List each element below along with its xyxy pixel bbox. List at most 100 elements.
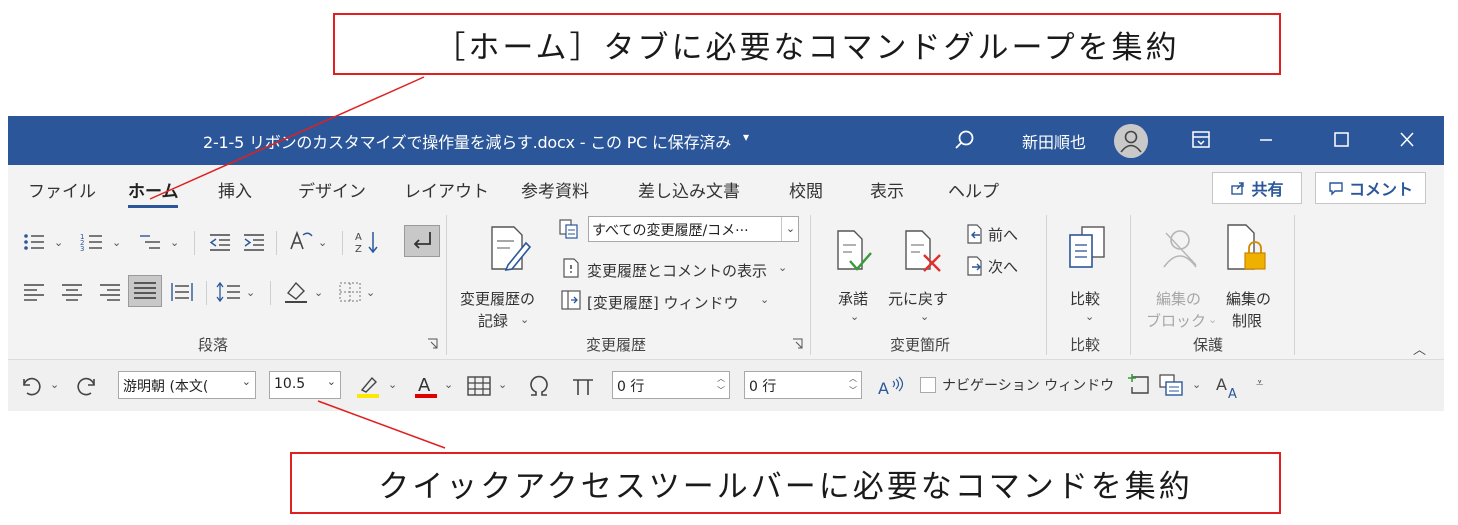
display-for-review-select[interactable]: すべての変更履歴/コメ··· ⌄ — [588, 216, 799, 242]
borders-icon[interactable] — [338, 281, 362, 303]
tab-insert[interactable]: 挿入 — [218, 177, 252, 202]
restrict-editing-icon[interactable] — [1222, 223, 1266, 273]
minimize-icon[interactable] — [1251, 128, 1281, 152]
document-title[interactable]: 2-1-5 リボンのカスタマイズで操作量を減らす.docx - この PC に保… — [203, 129, 731, 153]
reject-dropdown-icon[interactable]: ⌄ — [920, 310, 929, 323]
previous-label[interactable]: 前へ — [988, 224, 1018, 245]
equation-pi-icon[interactable] — [570, 374, 596, 398]
show-markup-dropdown-icon[interactable]: ⌄ — [778, 261, 787, 274]
tab-mailings[interactable]: 差し込み文書 — [638, 177, 740, 202]
tab-review[interactable]: 校閲 — [789, 177, 823, 202]
chevron-down-icon[interactable]: ⌄ — [327, 375, 336, 388]
navigation-pane-label[interactable]: ナビゲーション ウィンドウ — [942, 375, 1114, 395]
symbol-omega-icon[interactable] — [526, 374, 552, 398]
borders-dropdown-icon[interactable]: ⌄ — [366, 286, 375, 299]
title-caret-icon[interactable]: ▾ — [743, 130, 749, 144]
search-icon[interactable] — [952, 127, 978, 153]
user-avatar-icon[interactable] — [1114, 124, 1148, 158]
font-size-select[interactable]: 10.5 ⌄ — [269, 371, 341, 399]
tab-file[interactable]: ファイル — [28, 177, 96, 202]
align-right-icon[interactable] — [98, 281, 122, 303]
multilevel-dropdown-icon[interactable]: ⌄ — [170, 236, 179, 249]
user-name[interactable]: 新田順也 — [1022, 129, 1086, 153]
comments-button[interactable]: コメント — [1315, 172, 1426, 204]
undo-icon[interactable] — [18, 374, 42, 398]
restrict-editing-label-line1[interactable]: 編集の — [1226, 288, 1271, 309]
track-changes-icon[interactable] — [486, 223, 532, 273]
highlighter-dropdown-icon[interactable]: ⌄ — [388, 378, 397, 391]
accept-icon[interactable] — [834, 229, 874, 275]
undo-dropdown-icon[interactable]: ⌄ — [50, 378, 59, 391]
compare-icon[interactable] — [1066, 225, 1108, 273]
shading-dropdown-icon[interactable]: ⌄ — [314, 286, 323, 299]
reviewing-pane-icon[interactable] — [560, 289, 582, 311]
align-center-icon[interactable] — [60, 281, 84, 303]
spinner-icon[interactable]: ︿ ﹀ — [717, 373, 725, 397]
track-changes-label-line1[interactable]: 変更履歴の — [460, 288, 535, 309]
table-icon[interactable] — [466, 374, 492, 398]
spinner-icon[interactable]: ︿ ﹀ — [849, 373, 857, 397]
numbering-dropdown-icon[interactable]: ⌄ — [112, 236, 121, 249]
show-markup-icon[interactable] — [560, 257, 582, 279]
distributed-icon[interactable] — [170, 281, 194, 303]
font-name-select[interactable]: 游明朝 (本文( ⌄ — [118, 371, 256, 399]
maximize-icon[interactable] — [1326, 128, 1356, 152]
show-markup-label[interactable]: 変更履歴とコメントの表示 — [587, 260, 767, 281]
customize-qat-icon[interactable]: ⩡ — [1256, 376, 1263, 391]
paragraph-dialog-launcher-icon[interactable] — [427, 338, 438, 349]
redo-icon[interactable] — [76, 374, 100, 398]
align-left-icon[interactable] — [22, 281, 46, 303]
spacing-before-input[interactable]: 0 行 ︿ ﹀ — [612, 371, 730, 399]
table-dropdown-icon[interactable]: ⌄ — [498, 378, 507, 391]
reviewing-pane-label[interactable]: [変更履歴] ウィンドウ — [587, 292, 738, 313]
restrict-editing-label-line2[interactable]: 制限 — [1232, 310, 1262, 331]
next-change-icon[interactable] — [964, 255, 986, 277]
accept-label[interactable]: 承諾 — [838, 288, 868, 309]
close-icon[interactable] — [1392, 128, 1422, 152]
font-color-dropdown-icon[interactable]: ⌄ — [444, 378, 453, 391]
ribbon-display-options-icon[interactable] — [1190, 129, 1212, 151]
tab-help[interactable]: ヘルプ — [948, 177, 999, 202]
decrease-indent-icon[interactable] — [208, 231, 232, 253]
new-comment-icon[interactable] — [1126, 373, 1152, 399]
bullets-dropdown-icon[interactable]: ⌄ — [54, 236, 63, 249]
multilevel-list-icon[interactable] — [138, 231, 164, 253]
show-paragraph-marks-icon[interactable] — [404, 225, 440, 257]
chevron-down-icon[interactable]: ⌄ — [781, 217, 799, 241]
compare-label[interactable]: 比較 — [1070, 288, 1100, 309]
page-layout-icon[interactable] — [1158, 373, 1186, 399]
asian-layout-dropdown-icon[interactable]: ⌄ — [318, 236, 327, 249]
change-case-icon[interactable]: A A — [1214, 372, 1244, 400]
spacing-after-input[interactable]: 0 行 ︿ ﹀ — [744, 371, 862, 399]
line-spacing-dropdown-icon[interactable]: ⌄ — [246, 286, 255, 299]
tab-view[interactable]: 表示 — [870, 177, 904, 202]
tracking-dialog-launcher-icon[interactable] — [792, 338, 803, 349]
tab-design[interactable]: デザイン — [298, 177, 366, 202]
reject-label[interactable]: 元に戻す — [888, 288, 948, 309]
accept-dropdown-icon[interactable]: ⌄ — [850, 310, 859, 323]
reviewing-pane-dropdown-icon[interactable]: ⌄ — [760, 293, 769, 306]
compare-dropdown-icon[interactable]: ⌄ — [1085, 310, 1094, 323]
bullets-icon[interactable] — [22, 231, 48, 253]
navigation-pane-checkbox[interactable] — [920, 377, 936, 393]
display-for-review-icon[interactable] — [558, 218, 580, 240]
tab-home[interactable]: ホーム — [128, 177, 179, 202]
tab-references[interactable]: 参考資料 — [521, 177, 589, 202]
tab-layout[interactable]: レイアウト — [404, 177, 489, 202]
line-spacing-icon[interactable] — [216, 281, 242, 303]
highlighter-icon[interactable] — [354, 372, 382, 400]
asian-layout-icon[interactable] — [288, 229, 314, 253]
page-layout-dropdown-icon[interactable]: ⌄ — [1192, 378, 1201, 391]
reject-icon[interactable] — [902, 229, 944, 275]
read-aloud-icon[interactable]: A — [876, 373, 910, 399]
share-button[interactable]: 共有 — [1212, 172, 1302, 204]
shading-icon[interactable] — [282, 279, 310, 305]
sort-icon[interactable]: AZ — [354, 229, 382, 255]
numbering-icon[interactable]: 123 — [80, 231, 106, 253]
next-label[interactable]: 次へ — [988, 256, 1018, 277]
increase-indent-icon[interactable] — [242, 231, 266, 253]
track-changes-dropdown-icon[interactable]: ⌄ — [520, 313, 529, 326]
font-color-icon[interactable]: A — [412, 372, 440, 400]
previous-change-icon[interactable] — [964, 223, 986, 245]
collapse-ribbon-icon[interactable]: ︿ — [1413, 339, 1426, 358]
